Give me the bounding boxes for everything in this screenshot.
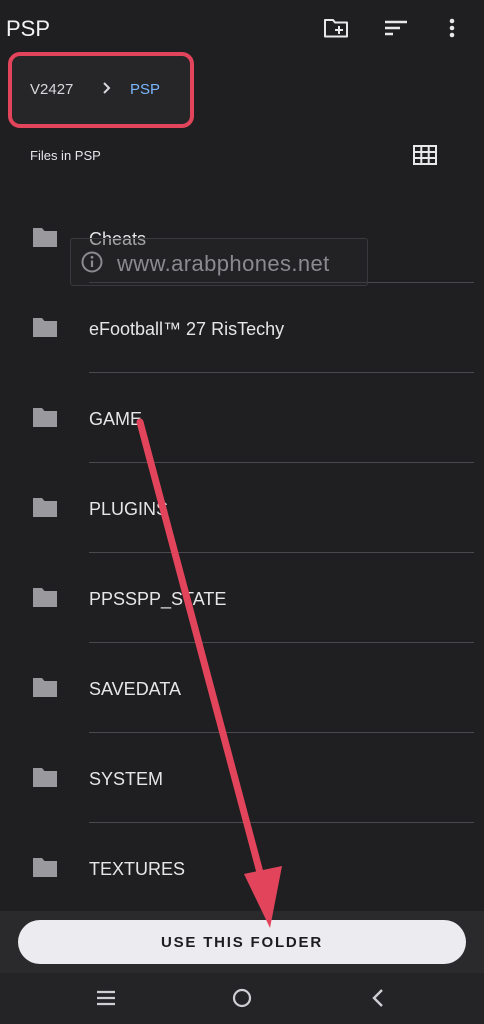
breadcrumb-current[interactable]: PSP bbox=[130, 81, 160, 98]
watermark: www.arabphones.net bbox=[70, 238, 368, 286]
use-this-folder-button[interactable]: USE THIS FOLDER bbox=[18, 920, 466, 964]
list-item[interactable]: GAME bbox=[0, 373, 484, 463]
breadcrumb: V2427 PSP bbox=[8, 52, 194, 128]
folder-name: PLUGINS bbox=[89, 499, 169, 519]
back-icon[interactable] bbox=[366, 985, 392, 1011]
folder-name: TEXTURES bbox=[89, 859, 186, 879]
list-item[interactable]: PLUGINS bbox=[0, 463, 484, 553]
folder-name: SAVEDATA bbox=[89, 679, 182, 699]
watermark-text: www.arabphones.net bbox=[117, 251, 330, 276]
sort-icon[interactable] bbox=[382, 14, 410, 42]
list-item[interactable]: eFootball™ 27 RisTechy bbox=[0, 283, 484, 373]
grid-view-icon[interactable] bbox=[413, 145, 437, 165]
section-label: Files in PSP bbox=[30, 148, 101, 163]
folder-icon bbox=[32, 586, 58, 608]
app-bar: PSP bbox=[0, 0, 484, 56]
list-item[interactable]: SAVEDATA bbox=[0, 643, 484, 733]
page-title: PSP bbox=[6, 16, 51, 41]
folder-icon bbox=[32, 676, 58, 698]
folder-list: Cheats eFootball™ 27 RisTechy GAME PLUGI… bbox=[0, 193, 484, 913]
chevron-right-icon bbox=[100, 81, 114, 95]
list-item[interactable]: PPSSPP_STATE bbox=[0, 553, 484, 643]
home-icon[interactable] bbox=[229, 985, 255, 1011]
recents-icon[interactable] bbox=[93, 985, 119, 1011]
create-folder-icon[interactable] bbox=[322, 14, 350, 42]
list-item[interactable]: TEXTURES bbox=[0, 823, 484, 913]
info-icon bbox=[81, 251, 103, 273]
more-vert-icon[interactable] bbox=[438, 14, 466, 42]
folder-icon bbox=[32, 766, 58, 788]
system-nav-bar bbox=[0, 973, 484, 1024]
folder-icon bbox=[32, 406, 58, 428]
folder-icon bbox=[32, 316, 58, 338]
folder-icon bbox=[32, 856, 58, 878]
folder-icon bbox=[32, 496, 58, 518]
folder-icon bbox=[32, 226, 58, 248]
bottom-action-bar: USE THIS FOLDER bbox=[0, 911, 484, 973]
list-item[interactable]: SYSTEM bbox=[0, 733, 484, 823]
folder-name: GAME bbox=[89, 409, 143, 429]
folder-name: SYSTEM bbox=[89, 769, 164, 789]
folder-name: eFootball™ 27 RisTechy bbox=[89, 319, 285, 339]
breadcrumb-root[interactable]: V2427 bbox=[30, 81, 73, 98]
folder-name: PPSSPP_STATE bbox=[89, 589, 227, 609]
